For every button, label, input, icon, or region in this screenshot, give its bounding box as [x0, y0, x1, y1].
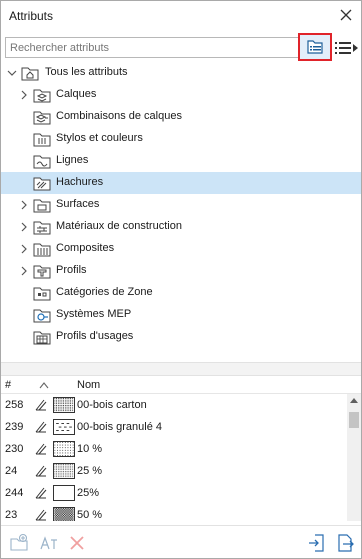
table-row[interactable]: 258 00-bois carton [1, 394, 345, 416]
footer-toolbar [1, 525, 361, 559]
row-index: 23 [5, 509, 18, 521]
home-folder-icon [21, 67, 39, 81]
window-title: Attributs [9, 9, 54, 23]
pens-colors-icon [33, 133, 51, 147]
row-index: 244 [5, 487, 24, 499]
row-index: 239 [5, 421, 24, 433]
import-icon[interactable] [307, 533, 327, 553]
rename-icon[interactable] [39, 533, 59, 553]
tree-item-lignes[interactable]: Lignes [1, 150, 361, 172]
panel-splitter[interactable] [1, 362, 361, 376]
tree-item-label: Composites [56, 242, 115, 254]
layers-icon [33, 89, 51, 103]
fills-icon [33, 177, 51, 191]
tree-item-systemes-mep[interactable]: Systèmes MEP [1, 304, 361, 326]
chevron-right-icon[interactable] [19, 266, 29, 276]
tree-item-label: Surfaces [56, 198, 100, 210]
tree-item-calques[interactable]: Calques [1, 84, 361, 106]
profiles-icon [33, 265, 51, 279]
row-name: 00-bois granulé 4 [77, 421, 163, 433]
title-bar: Attributs [1, 1, 361, 31]
fill-type-icon [35, 465, 47, 477]
column-header-index[interactable]: # [5, 379, 11, 391]
fill-type-icon [35, 443, 47, 455]
row-index: 230 [5, 443, 24, 455]
table-row[interactable]: 239 00-bois granulé 4 [1, 416, 345, 438]
building-materials-icon [33, 221, 51, 235]
attributes-window: Attributs Tous les attributs [0, 0, 362, 559]
table-row[interactable]: 24 25 % [1, 460, 345, 482]
table-row[interactable]: 244 25% [1, 482, 345, 504]
sort-ascending-icon[interactable] [39, 382, 49, 389]
folder-list-icon [307, 40, 323, 54]
row-name: 25% [77, 487, 100, 499]
row-index: 24 [5, 465, 18, 477]
lines-icon [33, 155, 51, 169]
export-icon[interactable] [335, 533, 355, 553]
layer-combinations-icon [33, 111, 51, 125]
chevron-right-icon[interactable] [19, 200, 29, 210]
fill-type-icon [35, 509, 47, 521]
tree-item-label: Stylos et couleurs [56, 132, 143, 144]
pattern-swatch [53, 397, 75, 413]
tree-item-label: Lignes [56, 154, 89, 166]
list-options-icon[interactable] [334, 39, 360, 57]
tree-item-hachures[interactable]: Hachures [1, 172, 361, 194]
tree-item-label: Matériaux de construction [56, 220, 182, 232]
tree-item-categories-de-zone[interactable]: Catégories de Zone [1, 282, 361, 304]
surfaces-icon [33, 199, 51, 213]
tree-root[interactable]: Tous les attributs [1, 62, 361, 84]
tree-item-label: Hachures [56, 176, 104, 188]
pattern-swatch [53, 507, 75, 521]
tree-item-label: Combinaisons de calques [56, 110, 182, 122]
pattern-swatch [53, 441, 75, 457]
chevron-down-icon[interactable] [7, 68, 17, 78]
table-row[interactable]: 23 50 % [1, 504, 345, 521]
search-field[interactable] [5, 37, 331, 58]
row-name: 10 % [77, 443, 103, 455]
chevron-right-icon[interactable] [19, 222, 29, 232]
zone-categories-icon [33, 287, 51, 301]
tree-item-surfaces[interactable]: Surfaces [1, 194, 361, 216]
scrollbar-thumb[interactable] [349, 412, 359, 428]
pattern-swatch [53, 463, 75, 479]
tree-item-label: Catégories de Zone [56, 286, 153, 298]
tree-item-label: Systèmes MEP [56, 308, 132, 320]
chevron-right-icon[interactable] [19, 244, 29, 254]
tree-item-profils[interactable]: Profils [1, 260, 361, 282]
composites-icon [33, 243, 51, 257]
search-input[interactable] [6, 38, 330, 57]
table-header: # Nom [1, 376, 361, 394]
tree-item-composites[interactable]: Composites [1, 238, 361, 260]
pattern-swatch [53, 419, 75, 435]
mep-systems-icon [33, 309, 51, 323]
row-index: 258 [5, 399, 24, 411]
fill-type-icon [35, 421, 47, 433]
row-name: 00-bois carton [77, 399, 147, 411]
table-row[interactable]: 230 10 % [1, 438, 345, 460]
delete-icon[interactable] [67, 533, 87, 553]
tree-item-combinaisons-de-calques[interactable]: Combinaisons de calques [1, 106, 361, 128]
pattern-swatch [53, 485, 75, 501]
fill-type-icon [35, 399, 47, 411]
fill-type-icon [35, 487, 47, 499]
tree-item-materiaux-de-construction[interactable]: Matériaux de construction [1, 216, 361, 238]
tree-item-stylos-et-couleurs[interactable]: Stylos et couleurs [1, 128, 361, 150]
table-scrollbar[interactable] [347, 394, 361, 521]
operation-profiles-icon [33, 331, 51, 345]
tree-item-label: Calques [56, 88, 97, 100]
tree-item-label: Profils [56, 264, 87, 276]
column-header-name[interactable]: Nom [77, 379, 100, 391]
tree-root-label: Tous les attributs [45, 66, 128, 78]
chevron-right-icon[interactable] [19, 90, 29, 100]
tree-item-profils-dusages[interactable]: Profils d'usages [1, 326, 361, 348]
attribute-folder-filter-button[interactable] [298, 33, 332, 61]
new-folder-icon[interactable] [9, 533, 29, 553]
scroll-up-arrow-icon[interactable] [350, 398, 358, 403]
close-icon[interactable] [339, 8, 353, 22]
tree-item-label: Profils d'usages [56, 330, 134, 342]
row-name: 50 % [77, 509, 103, 521]
row-name: 25 % [77, 465, 103, 477]
fills-table: 258 00-bois carton 239 00-bois granulé 4… [1, 394, 345, 521]
